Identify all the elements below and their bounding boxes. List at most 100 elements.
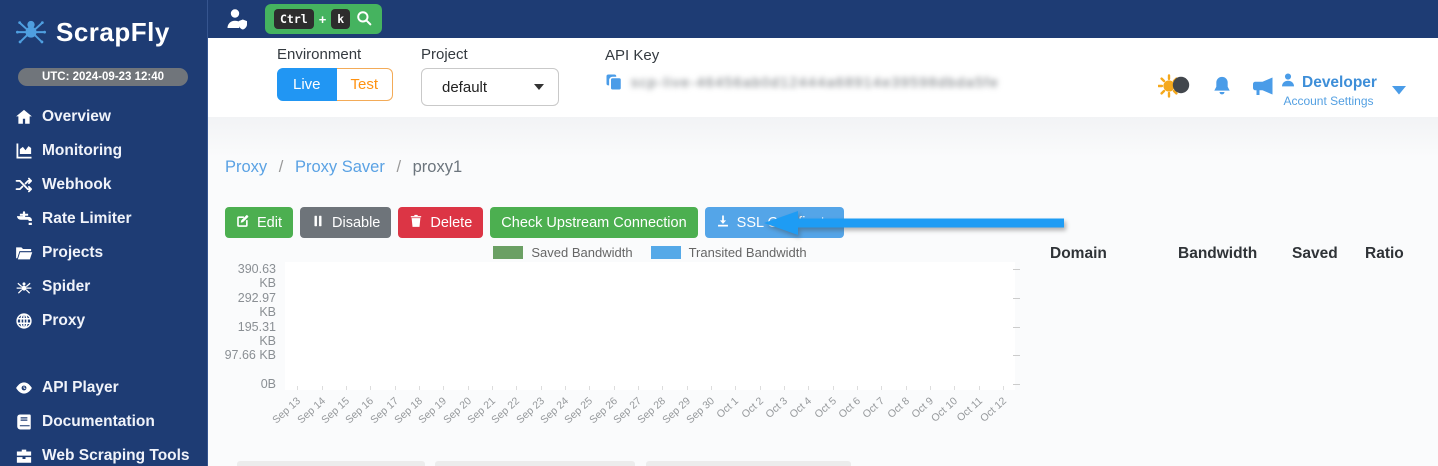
- disable-button[interactable]: Disable: [300, 207, 391, 238]
- sidebar-item-spider[interactable]: Spider: [0, 270, 208, 304]
- button-label: Delete: [430, 215, 472, 231]
- axis-tick: [443, 386, 444, 390]
- sidebar-nav-secondary: API Player Documentation Web Scraping To…: [0, 371, 208, 466]
- axis-tick: [662, 386, 663, 390]
- eye-icon: [15, 379, 33, 397]
- api-key-group: API Key scp-live-46456ab0d12444a68914e39…: [605, 47, 999, 91]
- axis-tick: [419, 386, 420, 390]
- project-group: Project default: [421, 46, 559, 106]
- card-top-edge: [646, 461, 851, 466]
- sidebar-item-monitoring[interactable]: Monitoring: [0, 134, 208, 168]
- edit-icon: [236, 214, 250, 232]
- header-icons: [1158, 74, 1276, 103]
- environment-test-button[interactable]: Test: [337, 68, 394, 101]
- axis-tick: [954, 386, 955, 390]
- saved-bandwidth-swatch: [493, 246, 523, 259]
- axis-tick: [297, 386, 298, 390]
- person-icon: [1280, 72, 1296, 93]
- axis-tick: [760, 386, 761, 390]
- breadcrumb-current-proxy1: proxy1: [413, 158, 463, 176]
- bell-icon[interactable]: [1211, 74, 1233, 103]
- toolbox-icon: [15, 447, 33, 465]
- axis-tick: [492, 386, 493, 390]
- sidebar-item-label: API Player: [42, 379, 119, 397]
- main-content: Proxy / Proxy Saver / proxy1 Edit Disabl…: [208, 117, 1438, 466]
- sidebar-item-api-player[interactable]: API Player: [0, 371, 208, 405]
- account-settings-link[interactable]: Account Settings: [1280, 94, 1377, 108]
- table-header-saved: Saved: [1292, 245, 1365, 263]
- environment-live-button[interactable]: Live: [277, 68, 337, 101]
- axis-tick: [784, 386, 785, 390]
- environment-toggle: Live Test: [277, 68, 393, 101]
- account-menu[interactable]: Developer Account Settings: [1280, 72, 1377, 108]
- breadcrumb-proxy[interactable]: Proxy: [225, 158, 267, 176]
- axis-tick: [346, 386, 347, 390]
- check-upstream-connection-button[interactable]: Check Upstream Connection: [490, 207, 697, 238]
- book-icon: [15, 413, 33, 431]
- plus-separator: +: [319, 12, 327, 27]
- search-shortcut-button[interactable]: Ctrl + k: [265, 4, 382, 34]
- edit-button[interactable]: Edit: [225, 207, 293, 238]
- legend-label: Transited Bandwidth: [689, 245, 807, 260]
- axis-tick: [1003, 386, 1004, 390]
- breadcrumb-separator: /: [279, 158, 284, 176]
- table-header-domain: Domain: [1050, 245, 1178, 263]
- shuffle-icon: [15, 176, 33, 194]
- spider-logo-icon: [14, 13, 48, 52]
- top-bar: Ctrl + k: [208, 0, 1438, 38]
- y-tick-label: 390.63 KB: [218, 262, 276, 290]
- sidebar-item-web-scraping-tools[interactable]: Web Scraping Tools: [0, 439, 208, 466]
- project-select[interactable]: default: [421, 68, 559, 106]
- sidebar-item-label: Proxy: [42, 312, 85, 330]
- api-key-masked-value: scp-live-46456ab0d12444a68914e39598dbda5…: [631, 74, 999, 90]
- home-icon: [15, 108, 33, 126]
- sidebar-item-label: Spider: [42, 278, 90, 296]
- domain-table-header-row: Domain Bandwidth Saved Ratio: [1050, 245, 1425, 263]
- k-key: k: [331, 9, 350, 29]
- sidebar-item-label: Projects: [42, 244, 103, 262]
- logo-text: ScrapFly: [56, 17, 170, 48]
- sidebar-item-proxy[interactable]: Proxy: [0, 304, 208, 338]
- axis-tick: [930, 386, 931, 390]
- axis-tick: [808, 386, 809, 390]
- sidebar-item-rate-limiter[interactable]: Rate Limiter: [0, 202, 208, 236]
- environment-group: Environment Live Test: [277, 46, 393, 101]
- copy-icon[interactable]: [605, 73, 623, 91]
- axis-tick: [735, 386, 736, 390]
- axis-tick: [1013, 298, 1020, 299]
- account-name-label: Developer: [1302, 74, 1377, 92]
- axis-tick: [979, 386, 980, 390]
- axis-tick: [1013, 355, 1020, 356]
- breadcrumb-proxy-saver[interactable]: Proxy Saver: [295, 158, 385, 176]
- globe-icon: [15, 312, 33, 330]
- sidebar-item-overview[interactable]: Overview: [0, 100, 208, 134]
- axis-tick: [565, 386, 566, 390]
- account-chevron-down-icon[interactable]: [1392, 82, 1406, 92]
- environment-label: Environment: [277, 46, 393, 63]
- theme-toggle-icon[interactable]: [1158, 74, 1194, 103]
- axis-tick: [614, 386, 615, 390]
- megaphone-icon[interactable]: [1250, 74, 1276, 103]
- spider-icon: [15, 278, 33, 296]
- axis-tick: [1013, 327, 1020, 328]
- button-label: Disable: [332, 215, 380, 231]
- axis-tick: [516, 386, 517, 390]
- table-header-ratio: Ratio: [1365, 245, 1425, 263]
- logo[interactable]: ScrapFly: [0, 0, 207, 52]
- axis-tick: [711, 386, 712, 390]
- breadcrumb: Proxy / Proxy Saver / proxy1: [225, 158, 462, 177]
- ctrl-key: Ctrl: [274, 9, 314, 29]
- card-top-edge: [237, 461, 425, 466]
- axis-tick: [589, 386, 590, 390]
- sidebar-item-webhook[interactable]: Webhook: [0, 168, 208, 202]
- delete-button[interactable]: Delete: [398, 207, 483, 238]
- sidebar-item-projects[interactable]: Projects: [0, 236, 208, 270]
- sidebar: ScrapFly UTC: 2024-09-23 12:40 Overview …: [0, 0, 208, 466]
- button-label: Edit: [257, 215, 282, 231]
- card-top-edge: [435, 461, 635, 466]
- axis-tick: [1013, 384, 1020, 385]
- sidebar-item-documentation[interactable]: Documentation: [0, 405, 208, 439]
- download-icon: [716, 214, 730, 232]
- user-shield-icon[interactable]: [225, 7, 249, 31]
- axis-tick: [881, 386, 882, 390]
